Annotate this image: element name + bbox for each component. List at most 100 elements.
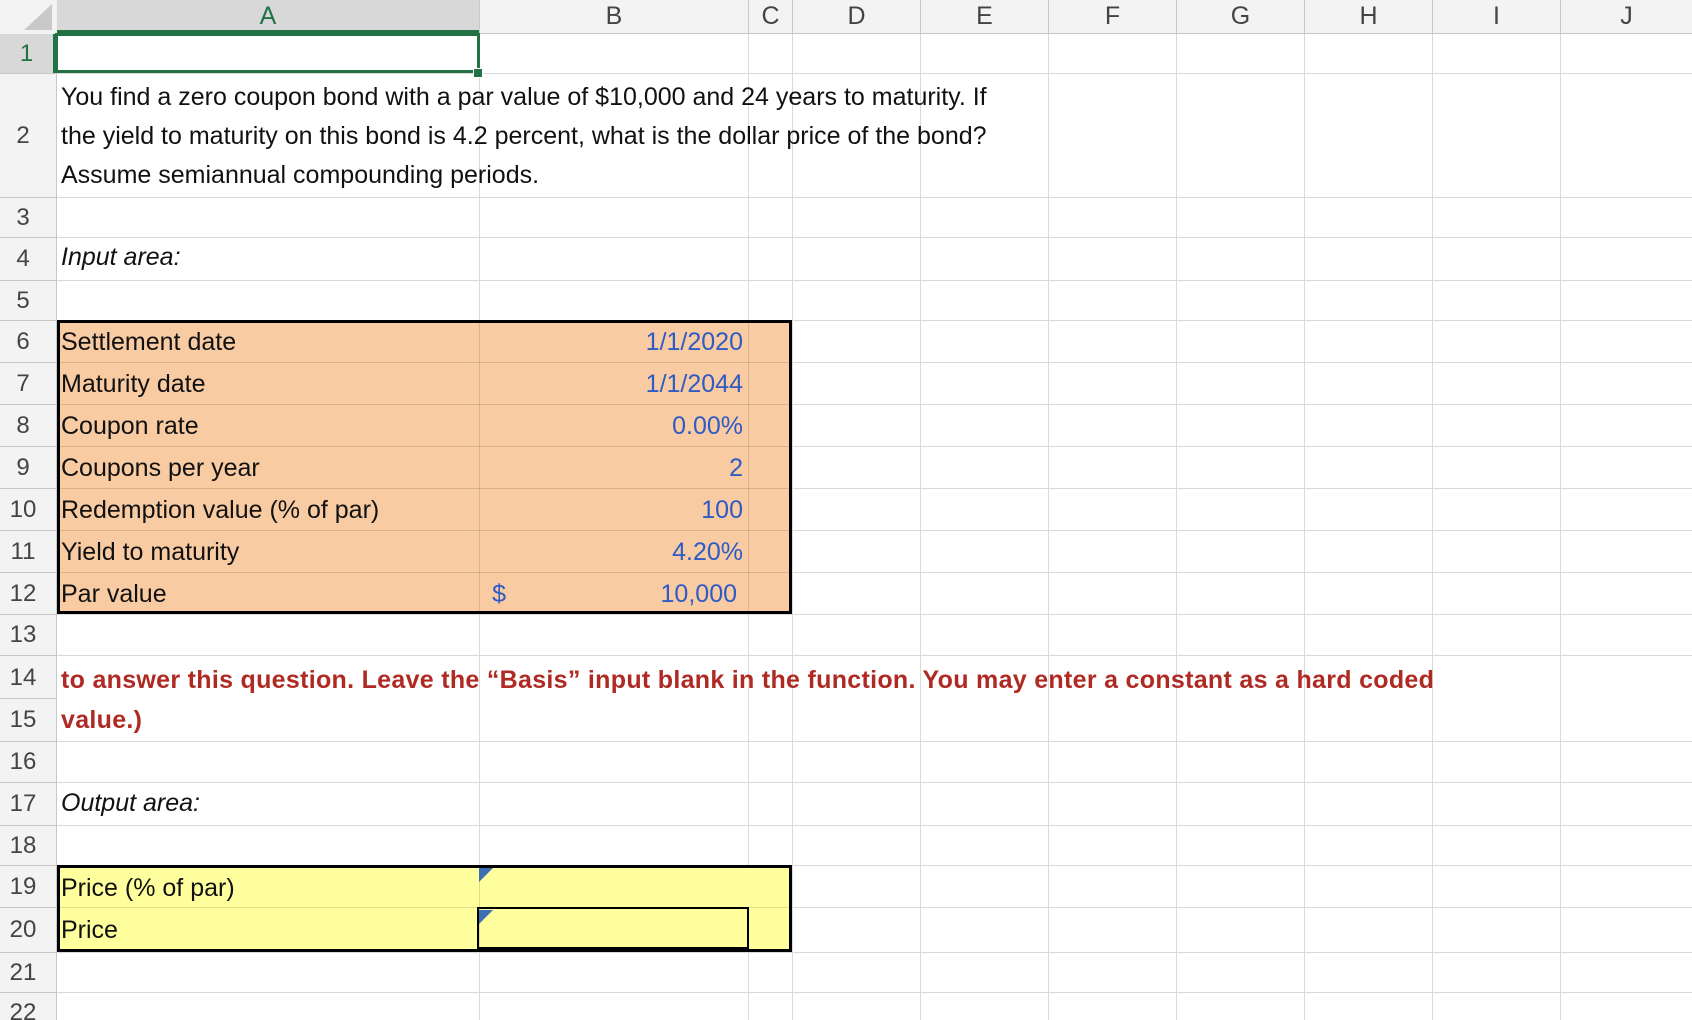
gridline	[60, 446, 789, 447]
header-divider	[0, 446, 56, 447]
gridline	[1304, 0, 1305, 1020]
maturity-date-value[interactable]: 1/1/2044	[560, 370, 743, 399]
question-text: You find a zero coupon bond with a par v…	[61, 83, 987, 189]
gridline	[0, 825, 1692, 826]
row-header-6[interactable]: 6	[0, 321, 46, 362]
row-header-7[interactable]: 7	[0, 363, 46, 404]
column-header-i[interactable]: I	[1433, 0, 1560, 33]
row-header-2[interactable]: 2	[0, 74, 46, 197]
gridline	[60, 530, 789, 531]
par-value-currency: $	[492, 580, 506, 608]
gridline	[1176, 0, 1177, 1020]
row-header-20[interactable]: 20	[0, 908, 46, 952]
comment-indicator-icon[interactable]	[479, 910, 493, 924]
gridline	[0, 952, 1692, 953]
column-header-g[interactable]: G	[1177, 0, 1304, 33]
header-divider	[0, 741, 56, 742]
settlement-date-label: Settlement date	[61, 328, 237, 356]
row-header-8[interactable]: 8	[0, 405, 46, 446]
header-divider	[0, 865, 56, 866]
price-label: Price	[61, 916, 118, 944]
coupons-per-year-label: Coupons per year	[61, 454, 260, 482]
row-header-21[interactable]: 21	[0, 953, 46, 992]
header-divider	[920, 0, 921, 33]
header-divider	[0, 782, 56, 783]
gridline	[0, 741, 1692, 742]
row-header-11[interactable]: 11	[0, 531, 46, 572]
row-header-18[interactable]: 18	[0, 826, 46, 865]
header-divider	[0, 362, 56, 363]
gridline	[0, 73, 1692, 74]
select-all-corner[interactable]	[0, 0, 56, 33]
row-header-15[interactable]: 15	[0, 699, 46, 741]
gridline	[60, 362, 789, 363]
header-divider	[0, 237, 56, 238]
header-divider	[0, 197, 56, 198]
gridline	[479, 323, 480, 611]
header-divider	[0, 952, 56, 953]
header-divider	[0, 488, 56, 489]
row-header-4[interactable]: 4	[0, 238, 46, 280]
header-divider	[0, 698, 56, 699]
row-header-16[interactable]: 16	[0, 742, 46, 782]
fill-handle[interactable]	[473, 68, 483, 78]
row-header-14[interactable]: 14	[0, 656, 46, 699]
row-header-17[interactable]: 17	[0, 783, 46, 825]
redemption-value-value[interactable]: 100	[560, 496, 743, 525]
header-divider	[1560, 0, 1561, 33]
coupons-per-year-value[interactable]: 2	[560, 454, 743, 483]
gridline	[1560, 0, 1561, 1020]
instruction-line-2: value.)	[61, 706, 143, 734]
header-divider	[0, 572, 56, 573]
row-header-10[interactable]: 10	[0, 489, 46, 530]
selected-cell-a1[interactable]	[55, 33, 480, 73]
header-divider	[0, 530, 56, 531]
column-header-e[interactable]: E	[921, 0, 1048, 33]
gridline	[0, 655, 1692, 656]
row-header-12[interactable]: 12	[0, 573, 46, 614]
spreadsheet-grid[interactable]: A B C D E F G H I J 1 2 3 4 5 6 7 8 9 10…	[0, 0, 1692, 1020]
header-divider	[1176, 0, 1177, 33]
header-divider	[0, 907, 56, 908]
row-header-9[interactable]: 9	[0, 447, 46, 488]
row-header-3[interactable]: 3	[0, 198, 46, 237]
header-divider	[0, 280, 56, 281]
par-value-value[interactable]: 10,000	[560, 580, 737, 609]
yield-to-maturity-label: Yield to maturity	[61, 538, 240, 566]
header-divider	[1432, 0, 1433, 33]
row-header-13[interactable]: 13	[0, 615, 46, 655]
maturity-date-label: Maturity date	[61, 370, 206, 398]
column-header-f[interactable]: F	[1049, 0, 1176, 33]
par-value-label: Par value	[61, 580, 167, 608]
row-header-22[interactable]: 22	[0, 993, 46, 1020]
column-header-b[interactable]: B	[480, 0, 748, 33]
select-all-icon	[24, 4, 52, 30]
input-area-label: Input area:	[61, 243, 181, 271]
gridline	[0, 614, 1692, 615]
column-header-c[interactable]: C	[749, 0, 792, 33]
price-percent-label: Price (% of par)	[61, 874, 235, 902]
header-divider	[0, 992, 56, 993]
coupon-rate-value[interactable]: 0.00%	[560, 412, 743, 441]
gridline	[0, 197, 1692, 198]
header-divider	[479, 0, 480, 33]
header-divider	[1304, 0, 1305, 33]
price-cell[interactable]	[477, 907, 749, 949]
column-header-h[interactable]: H	[1305, 0, 1432, 33]
header-divider	[0, 320, 56, 321]
coupon-rate-label: Coupon rate	[61, 412, 199, 440]
header-divider	[0, 73, 56, 74]
column-header-d[interactable]: D	[793, 0, 920, 33]
yield-to-maturity-value[interactable]: 4.20%	[560, 538, 743, 567]
column-header-j[interactable]: J	[1561, 0, 1692, 33]
column-header-a[interactable]: A	[57, 0, 479, 33]
gridline	[1432, 0, 1433, 1020]
row-header-1[interactable]: 1	[0, 34, 56, 73]
settlement-date-value[interactable]: 1/1/2020	[560, 328, 743, 357]
header-divider	[0, 655, 56, 656]
gridline	[60, 488, 789, 489]
header-divider	[0, 614, 56, 615]
row-header-19[interactable]: 19	[0, 866, 46, 907]
comment-indicator-icon[interactable]	[479, 868, 493, 882]
row-header-5[interactable]: 5	[0, 281, 46, 320]
